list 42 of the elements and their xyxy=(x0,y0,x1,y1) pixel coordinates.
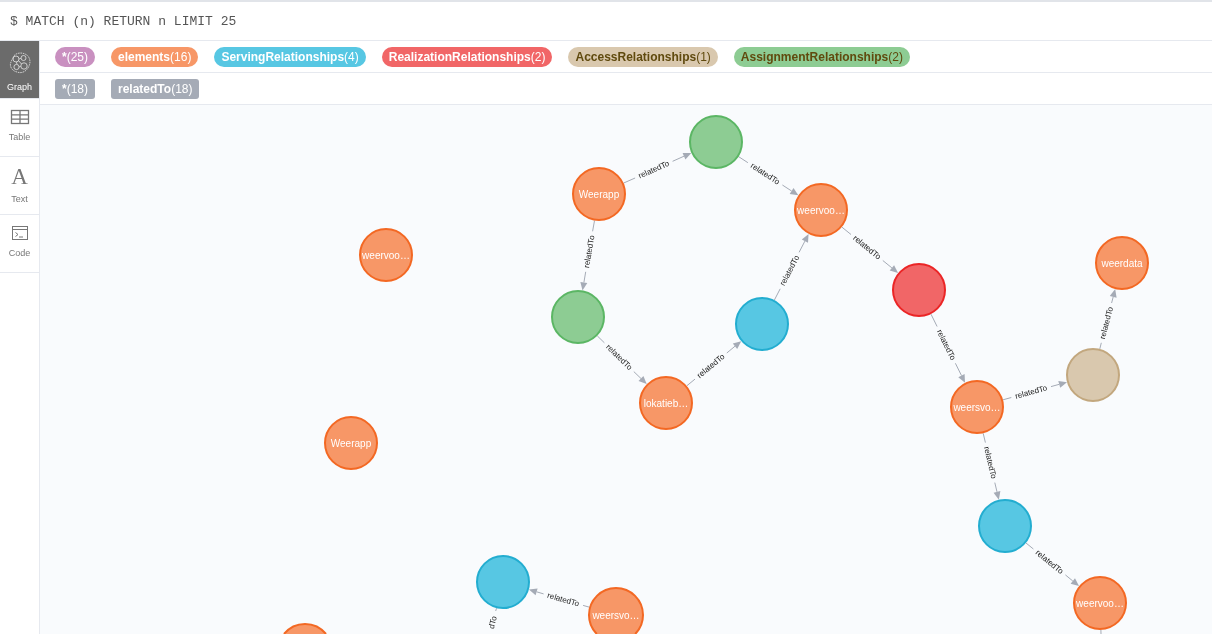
relationship-line[interactable] xyxy=(1100,629,1102,634)
graph-node[interactable] xyxy=(572,167,626,221)
graph-node[interactable] xyxy=(1066,348,1120,402)
relationship-line[interactable]: dTo xyxy=(486,607,499,630)
graph-node[interactable] xyxy=(639,376,693,430)
relationship-label: relatedTo xyxy=(1098,305,1115,340)
query-text: $ MATCH (n) RETURN n LIMIT 25 xyxy=(10,13,237,29)
view-tab[interactable]: Graph xyxy=(0,41,39,99)
graph-node[interactable] xyxy=(950,380,1004,434)
terminal-icon xyxy=(10,225,29,241)
relationship-label: dTo xyxy=(486,615,499,630)
node-caption: weersvo… xyxy=(953,401,1001,413)
graph-node[interactable] xyxy=(892,263,946,317)
graph-icon xyxy=(7,51,32,75)
node-caption: lokatieb… xyxy=(643,397,689,409)
node-caption: weerdata xyxy=(1101,257,1143,269)
graph-node[interactable] xyxy=(689,115,743,169)
node-caption: Weerapp xyxy=(330,437,372,449)
graph-node[interactable] xyxy=(551,290,605,344)
node-label-filter[interactable]: AccessRelationships(1) xyxy=(568,46,718,67)
graph-node[interactable] xyxy=(476,555,530,609)
node-caption: weervoo… xyxy=(1076,597,1124,609)
graph-node[interactable] xyxy=(324,416,378,470)
node-caption: Weerapp xyxy=(578,188,620,200)
relationship-label: relatedTo xyxy=(981,445,999,480)
node-caption: weervoo… xyxy=(362,249,410,261)
graph-node[interactable] xyxy=(359,228,413,282)
relationship-label: relatedTo xyxy=(546,590,581,609)
letter-icon: A xyxy=(11,167,28,187)
node-caption: weersvo… xyxy=(592,609,640,621)
relationship-label: relatedTo xyxy=(1014,383,1049,401)
graph-node[interactable] xyxy=(794,183,848,237)
table-icon xyxy=(9,109,30,125)
graph-node[interactable] xyxy=(283,622,327,634)
node-caption: weervoo… xyxy=(797,204,845,216)
graph-node[interactable] xyxy=(1073,576,1127,630)
relationship-label: relatedTo xyxy=(582,234,597,269)
graph-node[interactable] xyxy=(978,499,1032,553)
node-label-filter[interactable]: AssignmentRelationships(2) xyxy=(733,46,910,67)
graph-node[interactable] xyxy=(735,297,789,351)
graph-node[interactable] xyxy=(588,587,644,634)
graph-node[interactable] xyxy=(1095,236,1149,290)
